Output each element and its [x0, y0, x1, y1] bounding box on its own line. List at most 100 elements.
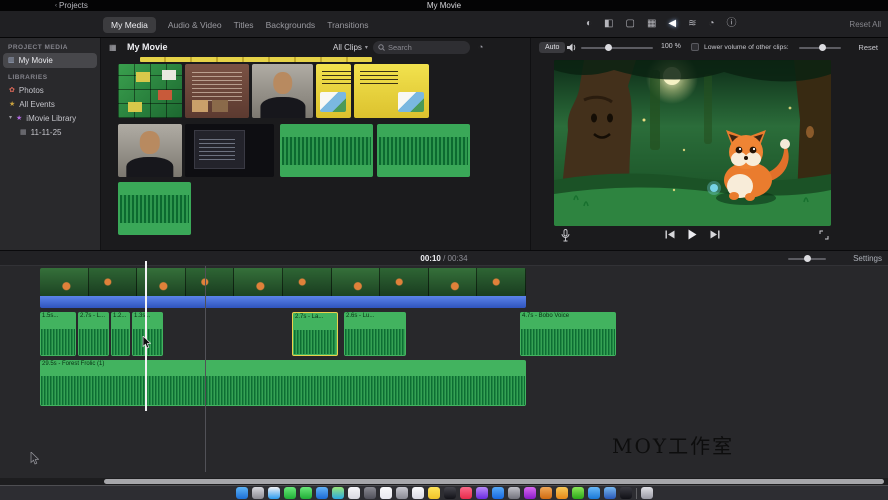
time-current: 00:10 [420, 254, 440, 263]
fullscreen-icon[interactable] [819, 230, 829, 240]
preview-viewer[interactable] [554, 60, 831, 226]
watermark-text: MOY工作室 [612, 430, 734, 459]
volume-value: 100 % [661, 43, 681, 50]
dock-icon-camera[interactable] [364, 487, 376, 499]
timeline-audio-clip[interactable]: 2.7s - L... [78, 312, 109, 356]
dock [0, 485, 888, 500]
dock-icon-reminders[interactable] [412, 487, 424, 499]
dock-icon-app-store[interactable] [492, 487, 504, 499]
dock-icon-finder[interactable] [236, 487, 248, 499]
lower-volume-checkbox[interactable] [691, 43, 699, 51]
crop-icon[interactable]: ▢ [626, 19, 635, 29]
dock-icon-maps[interactable] [332, 487, 344, 499]
dock-icon-music[interactable] [460, 487, 472, 499]
media-thumbnail-collage[interactable] [118, 64, 182, 118]
media-thumbnail-strip[interactable] [140, 57, 372, 62]
dock-icon-facetime[interactable] [300, 487, 312, 499]
dock-icon-keynote[interactable] [588, 487, 600, 499]
waveform [41, 329, 75, 355]
timeline-settings-button[interactable]: Settings [853, 254, 882, 263]
horizontal-scrollbar[interactable] [104, 479, 884, 484]
tab-audio-video[interactable]: Audio & Video [168, 20, 222, 30]
star-icon: ★ [9, 101, 15, 108]
lower-volume-slider[interactable] [799, 47, 841, 49]
timeline-audio-clip[interactable]: 2.7s - La... [292, 312, 338, 356]
tab-titles[interactable]: Titles [234, 20, 254, 30]
media-thumbnail-audio[interactable] [118, 182, 191, 235]
dock-icon-contacts[interactable] [396, 487, 408, 499]
media-thumbnail-person[interactable] [118, 124, 182, 177]
sidebar-item-my-movie[interactable]: ▥ My Movie [3, 53, 97, 68]
clip-label: 1.5s... [40, 312, 76, 320]
timeline-audio-clip[interactable]: 2.6s - Lu... [344, 312, 406, 356]
color-balance-icon[interactable]: ◐ [586, 19, 592, 29]
sidebar-item-photos[interactable]: ✿ Photos [0, 83, 100, 97]
skip-forward-icon[interactable] [710, 230, 720, 239]
color-correction-icon[interactable]: ◧ [604, 19, 613, 29]
sidebar-item-event[interactable]: ▦ 11-11-25 [0, 125, 100, 139]
dock-icon-safari[interactable] [268, 487, 280, 499]
timeline-audio-clip[interactable]: 1.3s... [132, 312, 163, 356]
project-media-heading: PROJECT MEDIA [8, 44, 100, 51]
tab-my-media[interactable]: My Media [103, 17, 156, 33]
media-thumbnail-prompt[interactable] [316, 64, 351, 118]
imovie-library-star-icon: ★ [16, 115, 22, 122]
media-grid [101, 38, 530, 250]
media-thumbnail-document[interactable] [185, 64, 249, 118]
clip-zoom-slider[interactable] [788, 258, 826, 260]
skip-back-icon[interactable] [665, 230, 675, 239]
chevron-down-icon[interactable]: ▾ [9, 115, 12, 121]
sidebar-item-imovie-library[interactable]: ▾ ★ iMovie Library [0, 111, 100, 125]
time-total: / 00:34 [443, 254, 467, 263]
slider-knob[interactable] [804, 255, 811, 262]
dock-icon-podcasts[interactable] [476, 487, 488, 499]
media-thumbnail-screen[interactable] [185, 124, 274, 177]
dock-icon-garageband[interactable] [540, 487, 552, 499]
dock-icon-numbers[interactable] [572, 487, 584, 499]
clip-info-icon[interactable]: ⓘ [727, 19, 737, 29]
clip-label: 1.3s... [132, 312, 163, 320]
dock-icon-mail[interactable] [316, 487, 328, 499]
media-thumbnail-person[interactable] [252, 64, 313, 118]
dock-icon-launchpad[interactable] [252, 487, 264, 499]
timeline-audio-clip[interactable]: 1.5s... [40, 312, 76, 356]
stabilization-icon[interactable]: ▦ [647, 19, 656, 29]
dock-icon-settings[interactable] [508, 487, 520, 499]
media-thumbnail-audio[interactable] [280, 124, 373, 177]
dock-icon-trash[interactable] [641, 487, 653, 499]
waveform [294, 330, 336, 354]
sidebar-item-all-events[interactable]: ★ All Events [0, 97, 100, 111]
dock-icon-messages[interactable] [284, 487, 296, 499]
reset-all-button[interactable]: Reset All [849, 20, 881, 29]
dock-icon-xcode[interactable] [604, 487, 616, 499]
dock-icon-terminal[interactable] [620, 487, 632, 499]
auto-volume-button[interactable]: Auto [539, 42, 565, 53]
dock-icon-pages[interactable] [556, 487, 568, 499]
dock-icon-notes[interactable] [428, 487, 440, 499]
dock-icon-imovie[interactable] [524, 487, 536, 499]
media-thumbnail-prompt[interactable] [354, 64, 429, 118]
imovie-app: ‹ Projects My Movie My Media Audio & Vid… [0, 0, 888, 500]
timeline-audio-clip[interactable]: 4.7s - Bobo Voice [520, 312, 616, 356]
noise-reduction-icon[interactable]: ≋ [688, 19, 696, 29]
timeline[interactable]: 1.5s...2.7s - L...1.2...1.3s... 2.7s - La… [0, 266, 888, 478]
sidebar-item-label: 11-11-25 [31, 128, 62, 137]
slider-knob[interactable] [819, 44, 826, 51]
timeline-music-clip[interactable]: 29.5s - Forest Frolic (1) [40, 360, 526, 406]
skimmer-line [205, 266, 206, 472]
play-icon[interactable] [688, 229, 697, 240]
tab-backgrounds[interactable]: Backgrounds [266, 20, 316, 30]
event-icon: ▦ [20, 129, 27, 136]
tab-transitions[interactable]: Transitions [327, 20, 368, 30]
slider-knob[interactable] [605, 44, 612, 51]
dock-icon-calendar[interactable] [380, 487, 392, 499]
clip-label: 1.2... [111, 312, 130, 320]
timeline-audio-clip[interactable]: 1.2... [111, 312, 130, 356]
reset-button[interactable]: Reset [858, 43, 878, 52]
speed-icon[interactable]: ◔ [709, 19, 715, 29]
dock-icon-photos[interactable] [348, 487, 360, 499]
volume-slider[interactable] [581, 47, 653, 49]
dock-icon-tv[interactable] [444, 487, 456, 499]
media-thumbnail-audio[interactable] [377, 124, 470, 177]
volume-icon[interactable]: ◀ [668, 19, 676, 29]
